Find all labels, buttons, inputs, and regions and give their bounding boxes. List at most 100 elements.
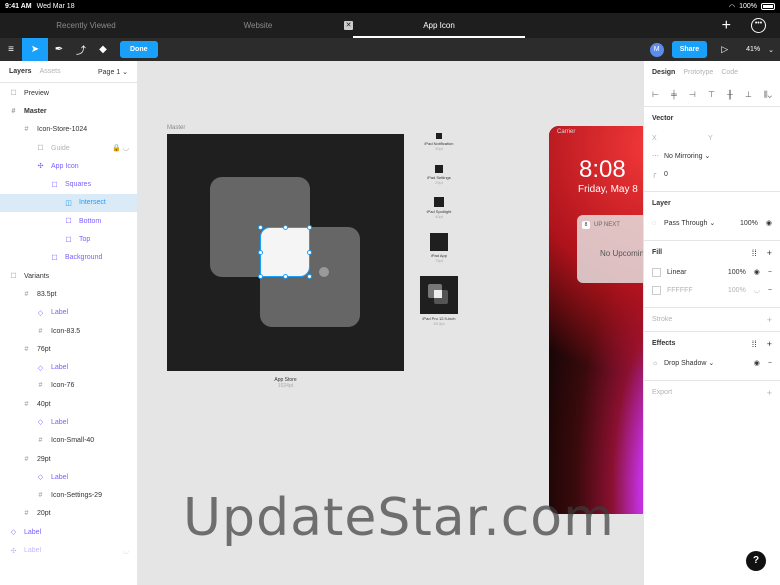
layer-row[interactable]: # Master: [0, 102, 137, 120]
styles-grid-icon[interactable]: ⁞⁞: [752, 248, 757, 258]
layer-row[interactable]: # Icon-83.5: [0, 322, 137, 340]
lock-hide-icon[interactable]: 🔒 ◡: [112, 144, 129, 152]
fill-type[interactable]: Linear: [667, 269, 686, 276]
ipad-spotlight-variant[interactable]: iPad Spotlight 40pt: [414, 197, 464, 219]
page-selector[interactable]: Page 1 ⌄: [98, 68, 128, 76]
add-stroke-plus-icon[interactable]: +: [767, 315, 772, 325]
tab-prototype[interactable]: Prototype: [683, 69, 713, 76]
fill-hex[interactable]: FFFFFF: [667, 287, 693, 294]
layer-row[interactable]: ◇ Label: [0, 358, 137, 376]
layer-row[interactable]: ◇ Label: [0, 468, 137, 486]
resize-handle[interactable]: [258, 274, 263, 279]
distribute-icon[interactable]: ⫼⌄: [764, 90, 772, 100]
resize-handle[interactable]: [307, 274, 312, 279]
done-button[interactable]: Done: [120, 41, 158, 58]
tab-assets[interactable]: Assets: [40, 68, 61, 75]
align-middle-icon[interactable]: ╫: [727, 90, 733, 99]
resize-handle[interactable]: [283, 274, 288, 279]
ipad-app-variant[interactable]: iPad App 76pt: [414, 233, 464, 263]
layer-row[interactable]: ☐ Preview: [0, 84, 137, 102]
align-top-icon[interactable]: ⊤: [708, 90, 715, 99]
ipad-pro-variant[interactable]: iPad Pro 12.9-inch 83.5pt: [414, 276, 464, 326]
layer-row[interactable]: # Icon-Small-40: [0, 432, 137, 450]
help-button[interactable]: ?: [746, 551, 766, 571]
fill-swatch[interactable]: [652, 285, 661, 295]
ipad-settings-variant[interactable]: iPad Settings 29pt: [414, 165, 464, 185]
eye-icon[interactable]: ◉: [754, 268, 760, 276]
effect-sun-icon[interactable]: ☼: [652, 360, 664, 367]
layer-row[interactable]: ◇ Label: [0, 523, 137, 541]
close-tab-icon[interactable]: ✕: [344, 21, 353, 30]
layer-row[interactable]: ☐ Top: [0, 230, 137, 248]
paint-bucket-icon[interactable]: ◆: [92, 38, 114, 61]
hide-eye-icon[interactable]: ◡: [123, 547, 129, 555]
fill-opacity[interactable]: 100%: [728, 287, 746, 294]
layer-row[interactable]: ✣ App Icon: [0, 157, 137, 175]
layer-row[interactable]: ☐ Squares: [0, 175, 137, 193]
layer-row[interactable]: ◇ Label: [0, 413, 137, 431]
layer-row[interactable]: #20pt: [0, 505, 137, 523]
layer-opacity-field[interactable]: 100%: [740, 220, 758, 227]
ipad-preview-frame[interactable]: Carrier 8:08 Friday, May 8 8 UP NEXT No …: [549, 126, 643, 514]
blend-mode-select[interactable]: Pass Through ⌄: [664, 219, 715, 227]
eye-icon[interactable]: ◉: [754, 359, 760, 367]
eye-icon[interactable]: ◉: [766, 219, 772, 227]
add-effect-plus-icon[interactable]: +: [767, 339, 772, 349]
align-right-icon[interactable]: ⊣: [689, 90, 696, 99]
layer-row[interactable]: ◫ Intersect: [0, 193, 137, 213]
resize-handle[interactable]: [258, 225, 263, 230]
zoom-level[interactable]: 41%: [746, 46, 760, 53]
resize-handle[interactable]: [307, 250, 312, 255]
present-play-icon[interactable]: ▷: [721, 44, 728, 55]
layer-row[interactable]: #40pt: [0, 395, 137, 413]
remove-fill-minus-icon[interactable]: −: [768, 287, 772, 294]
add-fill-plus-icon[interactable]: +: [767, 248, 772, 258]
mirroring-select[interactable]: No Mirroring ⌄: [664, 152, 710, 160]
layer-row[interactable]: ◇ Label: [0, 304, 137, 322]
layer-row[interactable]: ☐ Background: [0, 249, 137, 267]
y-field[interactable]: Y: [708, 135, 764, 142]
layer-row[interactable]: # Icon-76: [0, 377, 137, 395]
layer-row[interactable]: #29pt: [0, 450, 137, 468]
resize-handle[interactable]: [283, 225, 288, 230]
fill-opacity[interactable]: 100%: [728, 269, 746, 276]
layer-row[interactable]: # Icon-Settings-29: [0, 487, 137, 505]
styles-grid-icon[interactable]: ⁞⁞: [752, 339, 757, 349]
layer-row[interactable]: #83.5pt: [0, 285, 137, 303]
resize-handle[interactable]: [258, 250, 263, 255]
frame-label-master[interactable]: Master: [167, 125, 185, 131]
remove-effect-minus-icon[interactable]: −: [768, 360, 772, 367]
align-center-h-icon[interactable]: ╪: [671, 90, 677, 99]
layer-row[interactable]: ☐ Variants: [0, 267, 137, 285]
move-tool-icon[interactable]: ➤: [22, 38, 48, 61]
tab-website[interactable]: Website: [172, 13, 344, 38]
tab-design[interactable]: Design: [652, 69, 675, 76]
remove-fill-minus-icon[interactable]: −: [768, 269, 772, 276]
avatar[interactable]: M: [649, 42, 664, 57]
intersect-shape[interactable]: [260, 227, 310, 277]
tab-layers[interactable]: Layers: [9, 68, 32, 75]
layer-row[interactable]: #76pt: [0, 340, 137, 358]
fill-swatch[interactable]: [652, 267, 661, 277]
x-field[interactable]: X: [652, 135, 708, 142]
master-frame[interactable]: [167, 134, 404, 371]
more-options-icon[interactable]: •••: [751, 18, 766, 33]
eye-closed-icon[interactable]: ◡: [754, 286, 760, 294]
layer-row[interactable]: ✣ Label ◡: [0, 541, 137, 559]
align-bottom-icon[interactable]: ⊥: [745, 90, 752, 99]
layer-row[interactable]: ☐ Bottom: [0, 212, 137, 230]
new-tab-plus-icon[interactable]: +: [722, 17, 731, 34]
tab-code[interactable]: Code: [721, 69, 738, 76]
layer-row[interactable]: # Icon-Store-1024: [0, 121, 137, 139]
menu-hamburger-icon[interactable]: ≡: [0, 38, 22, 61]
ipad-notification-variant[interactable]: iPad Notification 20pt: [414, 133, 464, 151]
tab-recently-viewed[interactable]: Recently Viewed: [0, 13, 172, 38]
corner-radius-field[interactable]: 0: [664, 171, 668, 178]
tab-app-icon[interactable]: App Icon: [353, 13, 525, 38]
resize-handle[interactable]: [307, 225, 312, 230]
effect-type-select[interactable]: Drop Shadow ⌄: [664, 359, 714, 367]
layer-row[interactable]: ☐ Guide 🔒 ◡: [0, 139, 137, 157]
pencil-curve-icon[interactable]: ⤴: [70, 38, 92, 61]
chevron-down-icon[interactable]: ⌄: [768, 46, 774, 54]
vector-pen-icon[interactable]: ✒: [48, 38, 70, 61]
